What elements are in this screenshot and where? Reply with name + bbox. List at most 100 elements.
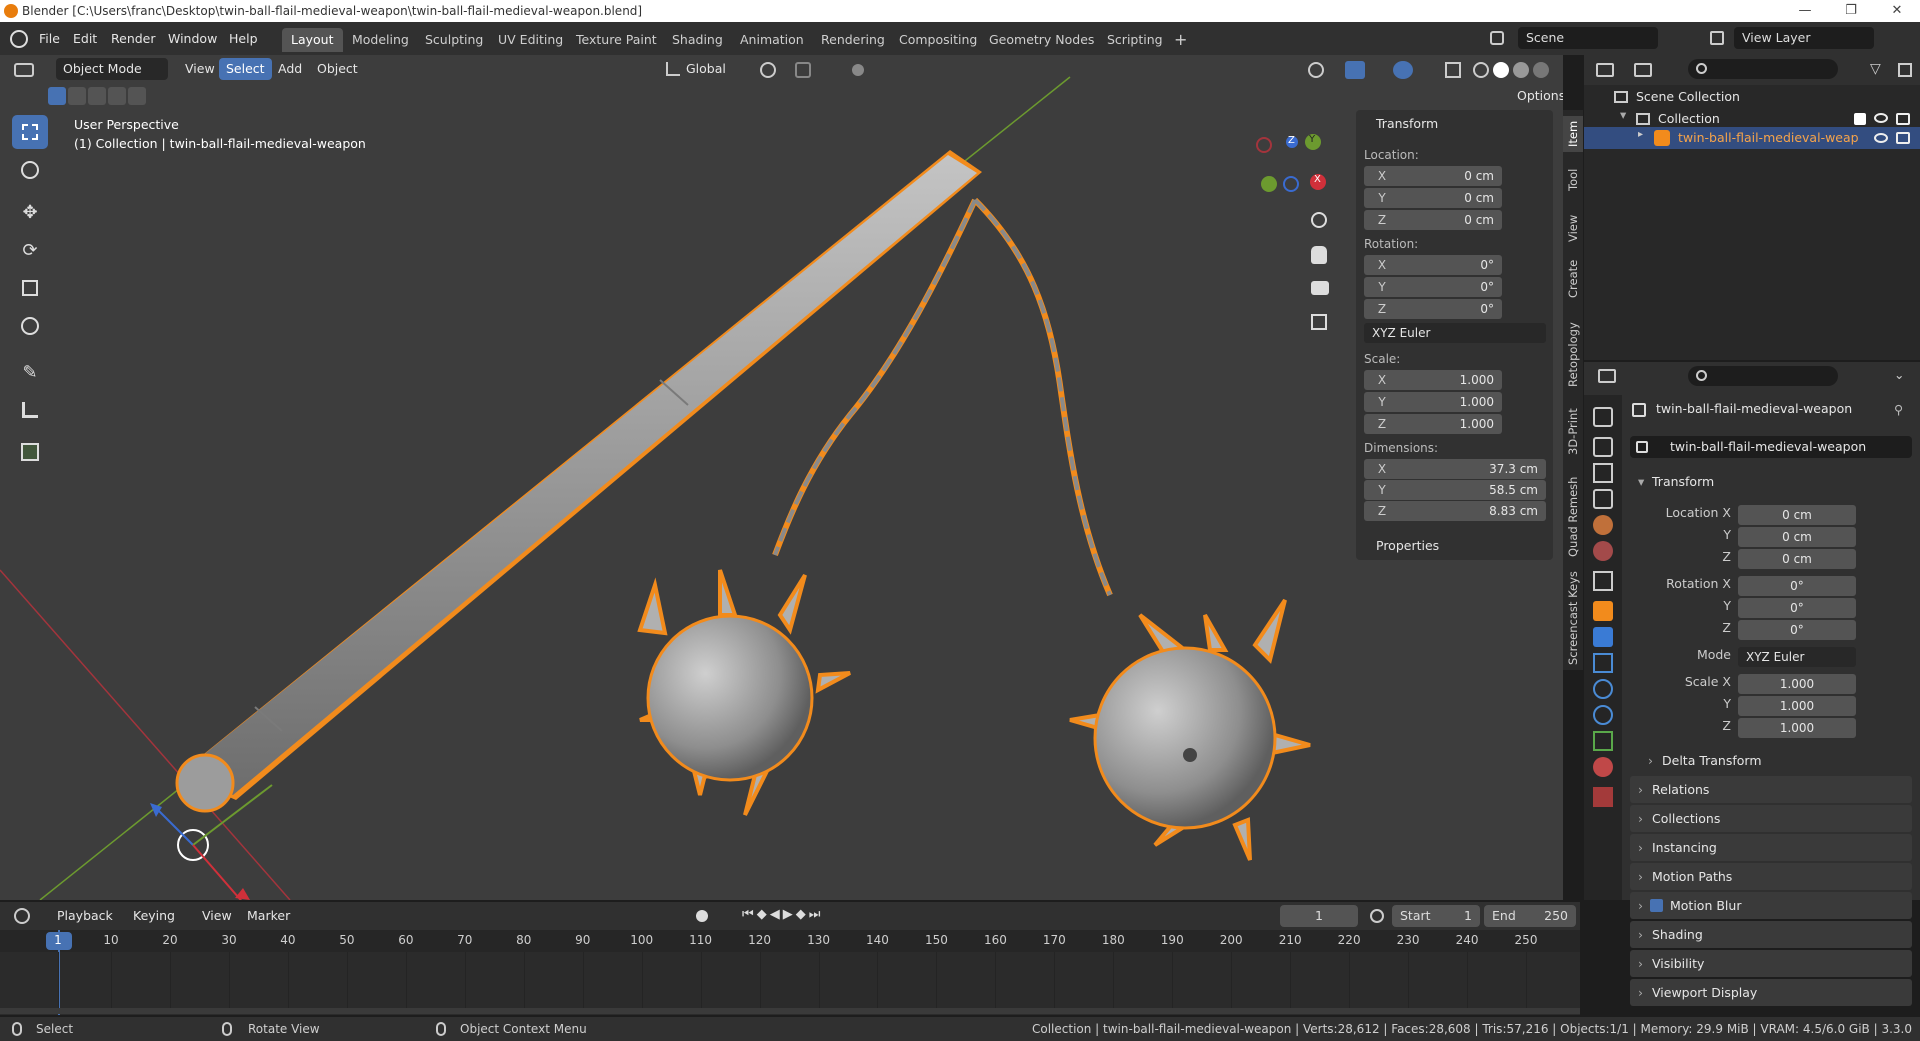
collection-label[interactable]: Collection (1658, 111, 1720, 126)
tab-layout[interactable]: Layout (282, 28, 343, 52)
end-frame-field[interactable]: End 250 (1484, 905, 1576, 927)
scale-tool[interactable] (12, 271, 48, 305)
frame-tick-label[interactable]: 30 (217, 933, 241, 947)
instancing-section[interactable]: › Instancing (1630, 834, 1912, 861)
rotate-tool[interactable]: ⟳ (12, 233, 48, 267)
select-subtract-icon[interactable] (88, 87, 106, 105)
dimension-x-field[interactable]: X 37.3 cm (1364, 459, 1546, 479)
frame-tick-label[interactable]: 70 (453, 933, 477, 947)
prop-rotation-mode-dropdown[interactable]: XYZ Euler (1738, 647, 1856, 667)
view-layer-selector[interactable]: View Layer (1734, 27, 1874, 49)
scale-x-field[interactable]: X 1.000 (1364, 370, 1502, 390)
motion-blur-section[interactable]: › Motion Blur (1630, 892, 1912, 919)
snap-icon[interactable] (795, 62, 811, 78)
editor-type-icon[interactable] (14, 63, 34, 77)
frame-tick-label[interactable]: 210 (1278, 933, 1302, 947)
frame-tick-label[interactable]: 120 (748, 933, 772, 947)
viewport-overlay-icon[interactable] (1308, 62, 1324, 78)
select-extend-icon[interactable] (68, 87, 86, 105)
shading-section[interactable]: › Shading (1630, 921, 1912, 948)
world-properties-tab-icon[interactable] (1593, 541, 1613, 561)
visibility-section[interactable]: › Visibility (1630, 950, 1912, 977)
collection-checkbox-icon[interactable] (1854, 113, 1866, 125)
relations-section[interactable]: › Relations (1630, 776, 1912, 803)
rotation-mode-dropdown[interactable]: XYZ Euler (1364, 323, 1546, 343)
material-properties-tab-icon[interactable] (1593, 757, 1613, 777)
particles-properties-tab-icon[interactable] (1593, 653, 1613, 673)
start-frame-field[interactable]: Start 1 (1392, 905, 1480, 927)
gizmo-x-label[interactable]: X (1314, 174, 1321, 185)
frame-tick-label[interactable]: 40 (276, 933, 300, 947)
rotation-y-field[interactable]: Y 0° (1364, 277, 1502, 297)
menu-timeline-view[interactable]: View (195, 905, 239, 927)
prop-scale-z-field[interactable]: 1.000 (1738, 718, 1856, 738)
material-shading-icon[interactable] (1513, 62, 1529, 78)
prop-rotation-z-field[interactable]: 0° (1738, 620, 1856, 640)
tab-shading[interactable]: Shading (663, 28, 732, 52)
timeline-scrollbar[interactable] (0, 1008, 1580, 1014)
menu-help[interactable]: Help (222, 28, 265, 50)
close-window-button[interactable]: ✕ (1874, 0, 1920, 22)
clock-icon[interactable] (1370, 909, 1384, 923)
select-invert-icon[interactable] (108, 87, 126, 105)
outliner-object-label[interactable]: twin-ball-flail-medieval-weap (1678, 130, 1858, 145)
rotation-z-field[interactable]: Z 0° (1364, 299, 1502, 319)
toggle-ortho-grid-icon[interactable] (1311, 314, 1327, 330)
frame-tick-label[interactable]: 60 (394, 933, 418, 947)
minimize-button[interactable]: — (1782, 0, 1828, 22)
frame-tick-label[interactable]: 230 (1396, 933, 1420, 947)
delta-transform-section[interactable]: › Delta Transform (1640, 747, 1912, 774)
tab-texture-paint[interactable]: Texture Paint (567, 28, 666, 52)
timeline-editor-icon[interactable] (14, 908, 30, 924)
measure-tool[interactable] (12, 393, 48, 427)
menu-file[interactable]: File (32, 28, 67, 50)
tab-geometry-nodes[interactable]: Geometry Nodes (980, 28, 1103, 52)
frame-tick-label[interactable]: 140 (865, 933, 889, 947)
pivot-icon[interactable] (760, 62, 776, 78)
frame-tick-label[interactable]: 10 (99, 933, 123, 947)
rendered-shading-icon[interactable] (1533, 62, 1549, 78)
properties-search-input[interactable] (1688, 366, 1838, 386)
prop-location-z-field[interactable]: 0 cm (1738, 549, 1856, 569)
outliner-object-row[interactable]: ▸ twin-ball-flail-medieval-weap (1584, 127, 1920, 149)
sidebar-tab-view[interactable]: View (1563, 208, 1583, 248)
options-dropdown[interactable]: Options (1510, 85, 1563, 107)
outliner-editor-icon[interactable] (1596, 63, 1614, 77)
frame-tick-label[interactable]: 180 (1101, 933, 1125, 947)
menu-object[interactable]: Object (310, 58, 365, 80)
object-render-camera-icon[interactable] (1896, 132, 1910, 144)
frame-tick-label[interactable]: 220 (1337, 933, 1361, 947)
physics-properties-tab-icon[interactable] (1593, 679, 1613, 699)
frame-tick-label[interactable]: 20 (158, 933, 182, 947)
collection-visibility-eye-icon[interactable] (1874, 113, 1888, 123)
menu-select[interactable]: Select (219, 58, 272, 80)
xray-icon[interactable] (1445, 62, 1461, 78)
prop-location-y-field[interactable]: 0 cm (1738, 527, 1856, 547)
tab-sculpting[interactable]: Sculpting (416, 28, 492, 52)
mode-selector[interactable]: Object Mode (56, 58, 168, 80)
maximize-button[interactable]: ❐ (1828, 0, 1874, 22)
timeline-track[interactable]: 1 10 20 30 40 50 60 70 80 90 100 110 120 130 140 150 160… (0, 930, 1580, 1015)
frame-tick-label[interactable]: 190 (1160, 933, 1184, 947)
dimension-y-field[interactable]: Y 58.5 cm (1364, 480, 1546, 500)
auto-keying-record-icon[interactable] (696, 910, 708, 922)
prop-rotation-y-field[interactable]: 0° (1738, 598, 1856, 618)
solid-shading-icon[interactable] (1493, 62, 1509, 78)
npanel-properties-header[interactable]: Properties (1376, 538, 1439, 553)
transform-section-header[interactable]: ▾ Transform (1630, 468, 1912, 495)
object-name-field[interactable]: twin-ball-flail-medieval-weapon (1630, 436, 1912, 458)
scene-collection-label[interactable]: Scene Collection (1636, 89, 1740, 104)
menu-window[interactable]: Window (161, 28, 224, 50)
frame-tick-label[interactable]: 240 (1455, 933, 1479, 947)
tab-animation[interactable]: Animation (731, 28, 813, 52)
frame-tick-label[interactable]: 130 (807, 933, 831, 947)
frame-tick-label[interactable]: 90 (571, 933, 595, 947)
menu-render[interactable]: Render (104, 28, 163, 50)
scale-z-field[interactable]: Z 1.000 (1364, 414, 1502, 434)
sidebar-tab-screencast-keys[interactable]: Screencast Keys (1563, 570, 1583, 666)
rotation-x-field[interactable]: X 0° (1364, 255, 1502, 275)
collection-expand-arrow[interactable]: ▾ (1620, 107, 1626, 122)
object-expand-arrow[interactable]: ▸ (1638, 129, 1643, 140)
frame-tick-label[interactable]: 250 (1514, 933, 1538, 947)
tab-modeling[interactable]: Modeling (343, 28, 418, 52)
